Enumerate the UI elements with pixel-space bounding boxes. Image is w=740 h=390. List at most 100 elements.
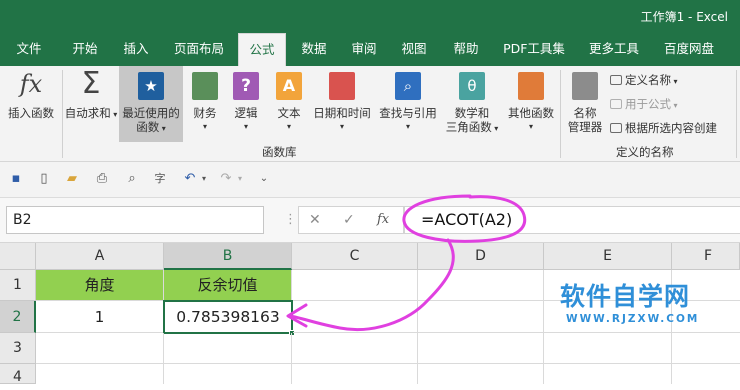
column-header-d[interactable]: D (418, 243, 544, 270)
sigma-icon: Σ (81, 66, 101, 101)
cell-c2[interactable] (293, 301, 418, 333)
date-time-button[interactable]: 日期和时间 ▾ (310, 66, 374, 142)
math-trig-button[interactable]: θ 数学和 三角函数 ▾ (442, 66, 502, 142)
name-manager-button[interactable]: 名称 管理器 (562, 66, 608, 142)
column-header-a[interactable]: A (36, 243, 164, 270)
defined-names-group-label: 定义的名称 (616, 145, 674, 159)
column-header-c[interactable]: C (292, 243, 418, 270)
column-header-f[interactable]: F (672, 243, 740, 270)
group-divider (736, 70, 737, 158)
formula-bar-grip-icon: ⋮ (284, 212, 297, 227)
tab-formulas[interactable]: 公式 (238, 33, 286, 66)
create-from-selection-button[interactable]: 根据所选内容创建 (610, 120, 717, 136)
row-header-3[interactable]: 3 (0, 333, 36, 364)
tab-data[interactable]: 数据 (292, 33, 336, 66)
window-title: 工作簿1 - Excel (640, 10, 728, 24)
text-label: 文本 ▾ (277, 106, 301, 131)
cell-b1[interactable]: 反余切值 (164, 270, 292, 301)
insert-function-button[interactable]: fx 插入函数 (2, 66, 60, 142)
text-a-icon: A (276, 72, 302, 100)
select-all-corner[interactable] (0, 243, 36, 270)
cell-a2[interactable]: 1 (36, 301, 164, 333)
lookup-reference-label: 查找与引用 ▾ (379, 106, 437, 131)
redo-dropdown-icon[interactable]: ▾ (232, 171, 248, 187)
more-functions-button[interactable]: 其他函数 ▾ (504, 66, 558, 142)
tab-home[interactable]: 开始 (60, 33, 110, 66)
watermark-url: WWW.RJZXW.COM (566, 313, 700, 325)
define-name-button[interactable]: 定义名称 ▾ (610, 72, 678, 88)
undo-dropdown-icon[interactable]: ▾ (196, 171, 212, 187)
customize-toolbar-icon[interactable]: ⌄ (256, 171, 272, 187)
quick-access-toolbar: ▪ ▯ ▰ ⎙ ⌕ 字 ↶ ▾ ↷ ▾ ⌄ (0, 162, 740, 198)
insert-function-icon[interactable]: fx (377, 212, 389, 227)
cell-a4[interactable] (36, 364, 164, 384)
tag-icon (610, 75, 622, 85)
calendar-icon (329, 72, 355, 100)
insert-function-label: 插入函数 (8, 106, 54, 120)
financial-button[interactable]: 财务 ▾ (186, 66, 224, 142)
new-file-icon[interactable]: ▯ (36, 171, 52, 187)
save-icon[interactable]: ▪ (8, 171, 24, 187)
tab-baidu-netdisk[interactable]: 百度网盘 (656, 33, 722, 66)
cell-b2[interactable]: 0.785398163 (163, 300, 293, 334)
cell-f4[interactable] (672, 364, 740, 384)
cell-a3[interactable] (36, 333, 164, 364)
math-trig-label: 数学和 三角函数 ▾ (445, 106, 499, 134)
recently-used-button[interactable]: ★ 最近使用的 函数 ▾ (119, 66, 183, 142)
logical-button[interactable]: ? 逻辑 ▾ (228, 66, 264, 142)
cell-b3[interactable] (164, 333, 292, 364)
date-time-label: 日期和时间 ▾ (313, 106, 371, 131)
cancel-icon[interactable]: ✕ (309, 212, 321, 228)
zoom-preview-icon[interactable]: ⌕ (124, 171, 140, 187)
title-bar: 工作簿1 - Excel (0, 0, 740, 30)
cell-a1[interactable]: 角度 (36, 270, 164, 301)
tab-page-layout[interactable]: 页面布局 (166, 33, 232, 66)
cell-d3[interactable] (418, 333, 544, 364)
tab-pdf-tools[interactable]: PDF工具集 (498, 33, 570, 66)
theta-book-icon: θ (459, 72, 485, 100)
cell-c1[interactable] (292, 270, 418, 301)
logical-label: 逻辑 ▾ (234, 106, 258, 131)
row-header-4[interactable]: 4 (0, 364, 36, 385)
more-functions-label: 其他函数 ▾ (508, 106, 554, 131)
print-preview-icon[interactable]: ⎙ (94, 171, 110, 187)
column-header-e[interactable]: E (544, 243, 672, 270)
watermark: 软件自学网 WWW.RJZXW.COM (560, 277, 699, 325)
cell-d1[interactable] (418, 270, 544, 301)
autosum-button[interactable]: Σ 自动求和 ▾ (64, 66, 118, 142)
text-button[interactable]: A 文本 ▾ (270, 66, 308, 142)
cell-d4[interactable] (418, 364, 544, 384)
watermark-title: 软件自学网 (560, 282, 691, 311)
lookup-reference-button[interactable]: ⌕ 查找与引用 ▾ (376, 66, 440, 142)
cell-e3[interactable] (544, 333, 672, 364)
column-header-b[interactable]: B (164, 243, 292, 270)
open-folder-icon[interactable]: ▰ (64, 171, 80, 187)
cell-d2[interactable] (418, 301, 544, 333)
ribbon-tabs: 文件 开始 插入 页面布局 公式 数据 审阅 视图 帮助 PDF工具集 更多工具… (0, 30, 740, 66)
group-divider (62, 70, 63, 158)
row-header-2[interactable]: 2 (0, 301, 36, 333)
tab-help[interactable]: 帮助 (444, 33, 488, 66)
fx-icon: fx (19, 70, 43, 98)
row-header-1[interactable]: 1 (0, 270, 36, 301)
use-in-formula-button[interactable]: 用于公式 ▾ (610, 96, 678, 112)
cell-f3[interactable] (672, 333, 740, 364)
cell-c3[interactable] (292, 333, 418, 364)
tab-insert[interactable]: 插入 (112, 33, 160, 66)
cell-c4[interactable] (292, 364, 418, 384)
tab-more-tools[interactable]: 更多工具 (582, 33, 646, 66)
function-library-group-label: 函数库 (262, 145, 297, 159)
spelling-icon[interactable]: 字 (152, 171, 168, 187)
name-tag-icon (572, 72, 598, 100)
question-book-icon: ? (233, 72, 259, 100)
tab-review[interactable]: 审阅 (342, 33, 386, 66)
cell-b4[interactable] (164, 364, 292, 384)
formula-input[interactable]: =ACOT(A2) (404, 206, 740, 234)
name-box[interactable]: B2 (6, 206, 264, 234)
tab-view[interactable]: 视图 (392, 33, 436, 66)
enter-icon[interactable]: ✓ (343, 212, 355, 228)
star-book-icon: ★ (138, 72, 164, 100)
magnifier-book-icon: ⌕ (395, 72, 421, 100)
cell-e4[interactable] (544, 364, 672, 384)
tab-file[interactable]: 文件 (4, 33, 54, 66)
